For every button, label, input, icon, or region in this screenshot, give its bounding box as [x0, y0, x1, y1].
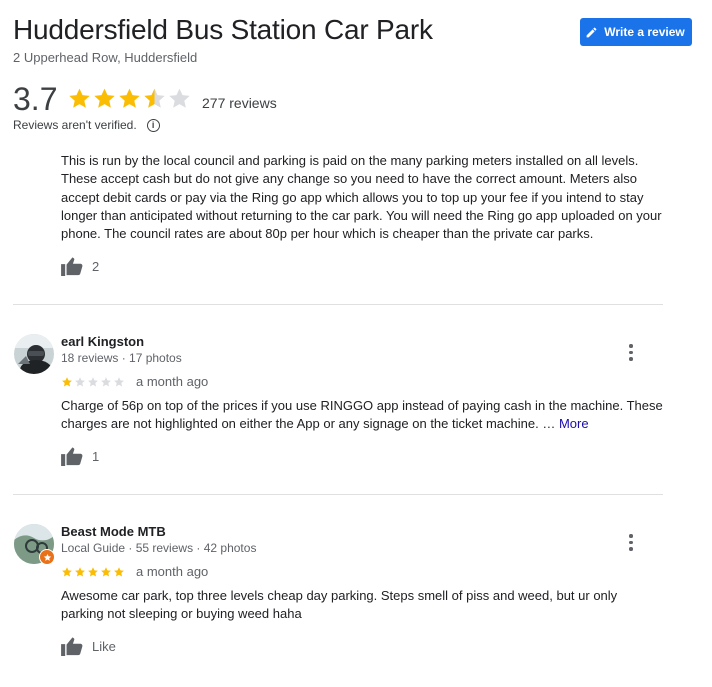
- star-icon: [88, 567, 98, 577]
- half-star-icon: [144, 88, 165, 108]
- star-icon: [43, 553, 51, 561]
- thumbs-up-icon: [61, 637, 83, 656]
- star-icon: [101, 567, 111, 577]
- place-title: Huddersfield Bus Station Car Park: [13, 14, 433, 45]
- star-icon: [62, 567, 72, 577]
- star-icon: [119, 88, 140, 108]
- like-button[interactable]: Like: [61, 636, 116, 656]
- review-author[interactable]: Beast Mode MTB: [61, 524, 166, 539]
- info-icon[interactable]: i: [146, 118, 160, 132]
- like-count: 1: [92, 448, 100, 464]
- more-link[interactable]: More: [559, 416, 589, 431]
- like-label: Like: [92, 638, 116, 654]
- average-rating: 3.7: [13, 81, 58, 117]
- star-icon: [75, 567, 85, 577]
- author-meta: Local Guide · 55 reviews · 42 photos: [61, 541, 257, 555]
- average-rating-stars: [67, 86, 192, 111]
- empty-star-icon: [169, 88, 190, 108]
- empty-star-icon: [101, 377, 111, 387]
- star-icon: [69, 88, 90, 108]
- write-review-label: Write a review: [604, 25, 685, 39]
- like-count: 2: [92, 258, 100, 274]
- review-date: a month ago: [136, 374, 209, 389]
- more-options-button[interactable]: [629, 344, 633, 361]
- divider: [13, 304, 663, 305]
- star-icon: [114, 567, 124, 577]
- review-count-link[interactable]: 277 reviews: [202, 95, 277, 111]
- divider: [13, 494, 663, 495]
- local-guide-badge-icon: [39, 549, 55, 565]
- avatar-image: [14, 334, 54, 374]
- unverified-note: Reviews aren't verified. i: [13, 118, 160, 132]
- empty-star-icon: [75, 377, 85, 387]
- write-review-button[interactable]: Write a review: [580, 18, 692, 46]
- thumbs-up-icon: [61, 447, 83, 466]
- review-stars: [61, 566, 125, 578]
- unverified-text: Reviews aren't verified.: [13, 118, 137, 132]
- like-button[interactable]: 1: [61, 446, 99, 466]
- place-address: 2 Upperhead Row, Huddersfield: [13, 50, 198, 65]
- review-date: a month ago: [136, 564, 209, 579]
- star-icon: [62, 377, 72, 387]
- author-meta: 18 reviews · 17 photos: [61, 351, 182, 365]
- avatar[interactable]: [14, 524, 55, 565]
- pencil-icon: [586, 27, 597, 37]
- review-text: Charge of 56p on top of the prices if yo…: [61, 397, 666, 434]
- review-stars: [61, 376, 125, 388]
- review-text: Awesome car park, top three levels cheap…: [61, 588, 618, 622]
- like-button[interactable]: 2: [61, 256, 99, 276]
- star-icon: [94, 88, 115, 108]
- empty-star-icon: [114, 377, 124, 387]
- review-author[interactable]: earl Kingston: [61, 334, 144, 349]
- empty-star-icon: [88, 377, 98, 387]
- review-text: This is run by the local council and par…: [61, 153, 662, 242]
- more-options-button[interactable]: [629, 534, 633, 551]
- thumbs-up-icon: [61, 257, 83, 276]
- avatar[interactable]: [14, 334, 54, 374]
